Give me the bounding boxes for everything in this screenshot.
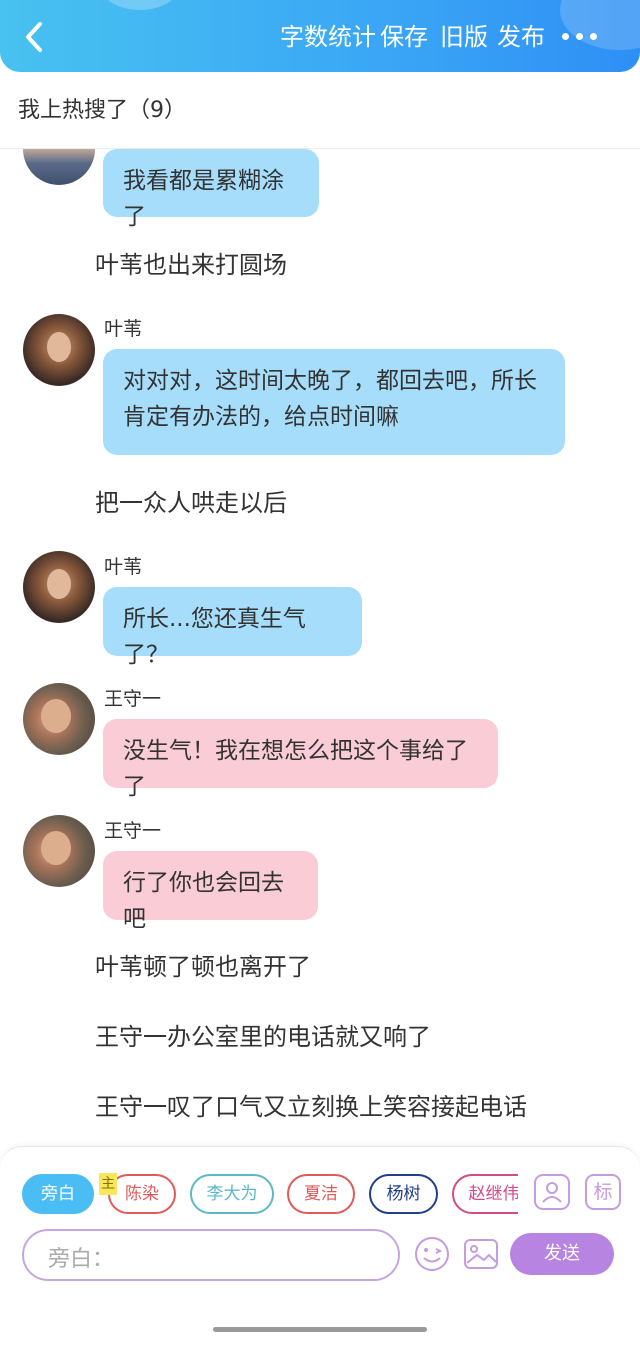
message-text: 没生气！我在想怎么把这个事给了了: [123, 738, 468, 800]
home-indicator[interactable]: [213, 1327, 427, 1332]
speaker-name: 叶苇: [104, 318, 143, 340]
story-title[interactable]: 我上热搜了（9）: [18, 92, 186, 124]
mark-button[interactable]: 标: [585, 1174, 621, 1210]
chat-bubble[interactable]: 行了你也会回去吧: [103, 851, 318, 932]
back-arrow-icon[interactable]: [20, 20, 50, 54]
character-chip-xiajie[interactable]: 夏洁: [287, 1174, 355, 1214]
message-text: 我看都是累糊涂了: [123, 168, 284, 230]
person-card-icon[interactable]: [534, 1174, 570, 1210]
character-chip-chenran[interactable]: 陈染: [108, 1174, 176, 1214]
message-text: 所长...您还真生气了？: [123, 606, 306, 668]
header-decoration: [100, 0, 180, 10]
narration-text[interactable]: 把一众人哄走以后: [95, 483, 287, 518]
word-count-button[interactable]: 字数统计: [280, 18, 376, 56]
publish-button[interactable]: 发布: [497, 18, 545, 56]
main-character-badge: 主: [99, 1173, 117, 1195]
old-version-button[interactable]: 旧版: [440, 18, 488, 56]
avatar[interactable]: [23, 314, 95, 386]
narration-text[interactable]: 叶苇也出来打圆场: [95, 245, 287, 280]
emoji-icon[interactable]: [413, 1235, 451, 1273]
message-input[interactable]: 旁白：: [22, 1229, 400, 1281]
image-icon[interactable]: [462, 1235, 500, 1273]
narration-text[interactable]: 叶苇顿了顿也离开了: [95, 947, 311, 982]
speaker-name: 王守一: [104, 688, 162, 710]
character-chip-narrator[interactable]: 旁白: [22, 1174, 94, 1214]
story-title-bar: 我上热搜了（9）: [0, 72, 640, 149]
more-icon[interactable]: [558, 24, 602, 50]
send-button[interactable]: 发送: [510, 1233, 614, 1275]
message-line: 对对对，这时间太晚了，都回去吧，所长: [123, 368, 537, 394]
avatar[interactable]: [23, 149, 95, 185]
chat-bubble[interactable]: 对对对，这时间太晚了，都回去吧，所长 肯定有办法的，给点时间嘛: [103, 349, 565, 455]
input-panel: 旁白 陈染 主 李大为 夏洁 杨树 赵继伟 标 旁白： 发送: [0, 1146, 640, 1281]
chat-area[interactable]: 我看都是累糊涂了 叶苇也出来打圆场 叶苇 对对对，这时间太晚了，都回去吧，所长 …: [0, 149, 640, 1144]
narration-text[interactable]: 王守一办公室里的电话就又响了: [95, 1017, 431, 1052]
chat-bubble[interactable]: 没生气！我在想怎么把这个事给了了: [103, 719, 498, 800]
chat-bubble[interactable]: 所长...您还真生气了？: [103, 587, 362, 668]
input-placeholder: 旁白：: [48, 1247, 115, 1272]
message-text: 行了你也会回去吧: [123, 870, 284, 932]
person-icon: [542, 1182, 562, 1203]
chat-bubble[interactable]: 我看都是累糊涂了: [103, 149, 319, 230]
speaker-name: 王守一: [104, 820, 162, 842]
avatar[interactable]: [23, 683, 95, 755]
avatar[interactable]: [23, 815, 95, 887]
character-chip-lidawei[interactable]: 李大为: [190, 1174, 274, 1214]
chip-scroll-clip: 赵继伟: [450, 1167, 518, 1223]
avatar[interactable]: [23, 551, 95, 623]
message-line: 肯定有办法的，给点时间嘛: [123, 404, 399, 430]
character-chip-zhaojiwei[interactable]: 赵继伟: [452, 1174, 518, 1214]
character-chip-yangshu[interactable]: 杨树: [369, 1174, 438, 1214]
save-button[interactable]: 保存: [380, 18, 428, 56]
narration-text[interactable]: 王守一叹了口气又立刻换上笑容接起电话: [95, 1087, 527, 1122]
speaker-name: 叶苇: [104, 556, 143, 578]
top-header: 字数统计 保存 旧版 发布: [0, 0, 640, 72]
